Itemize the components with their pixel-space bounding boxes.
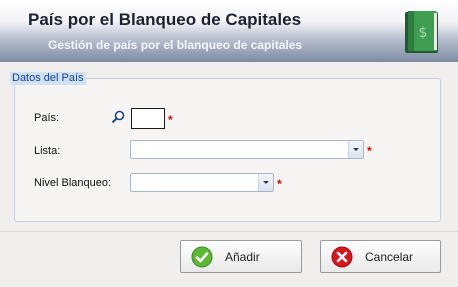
form-header: País por el Blanqueo de Capitales Gestió… — [0, 0, 458, 62]
nivel-blanqueo-label: Nivel Blanqueo: — [34, 177, 112, 189]
svg-text:$: $ — [419, 25, 428, 41]
pais-label: País: — [34, 112, 60, 124]
lista-label: Lista: — [34, 145, 61, 157]
chevron-down-icon[interactable] — [258, 174, 273, 191]
form-subtitle: Gestión de país por el blanqueo de capit… — [48, 38, 303, 52]
add-button-label: Añadir — [225, 250, 260, 264]
form-title: País por el Blanqueo de Capitales — [28, 10, 302, 29]
chevron-down-icon[interactable] — [348, 141, 363, 158]
lista-select[interactable] — [130, 140, 364, 159]
nivel-blanqueo-required-mark: * — [277, 177, 282, 191]
green-book-icon: $ — [405, 11, 438, 53]
pais-required-mark: * — [168, 113, 173, 127]
nivel-blanqueo-select[interactable] — [130, 173, 274, 192]
x-circle-icon — [331, 246, 353, 268]
group-title: Datos del País — [10, 72, 86, 85]
search-icon[interactable] — [111, 110, 125, 124]
cancel-button-label: Cancelar — [365, 250, 414, 264]
footer-separator — [0, 231, 458, 232]
add-button[interactable]: Añadir — [180, 240, 302, 273]
pais-input[interactable] — [131, 108, 165, 129]
cancel-button[interactable]: Cancelar — [320, 240, 441, 273]
check-circle-icon — [191, 246, 213, 268]
lista-required-mark: * — [367, 144, 372, 158]
